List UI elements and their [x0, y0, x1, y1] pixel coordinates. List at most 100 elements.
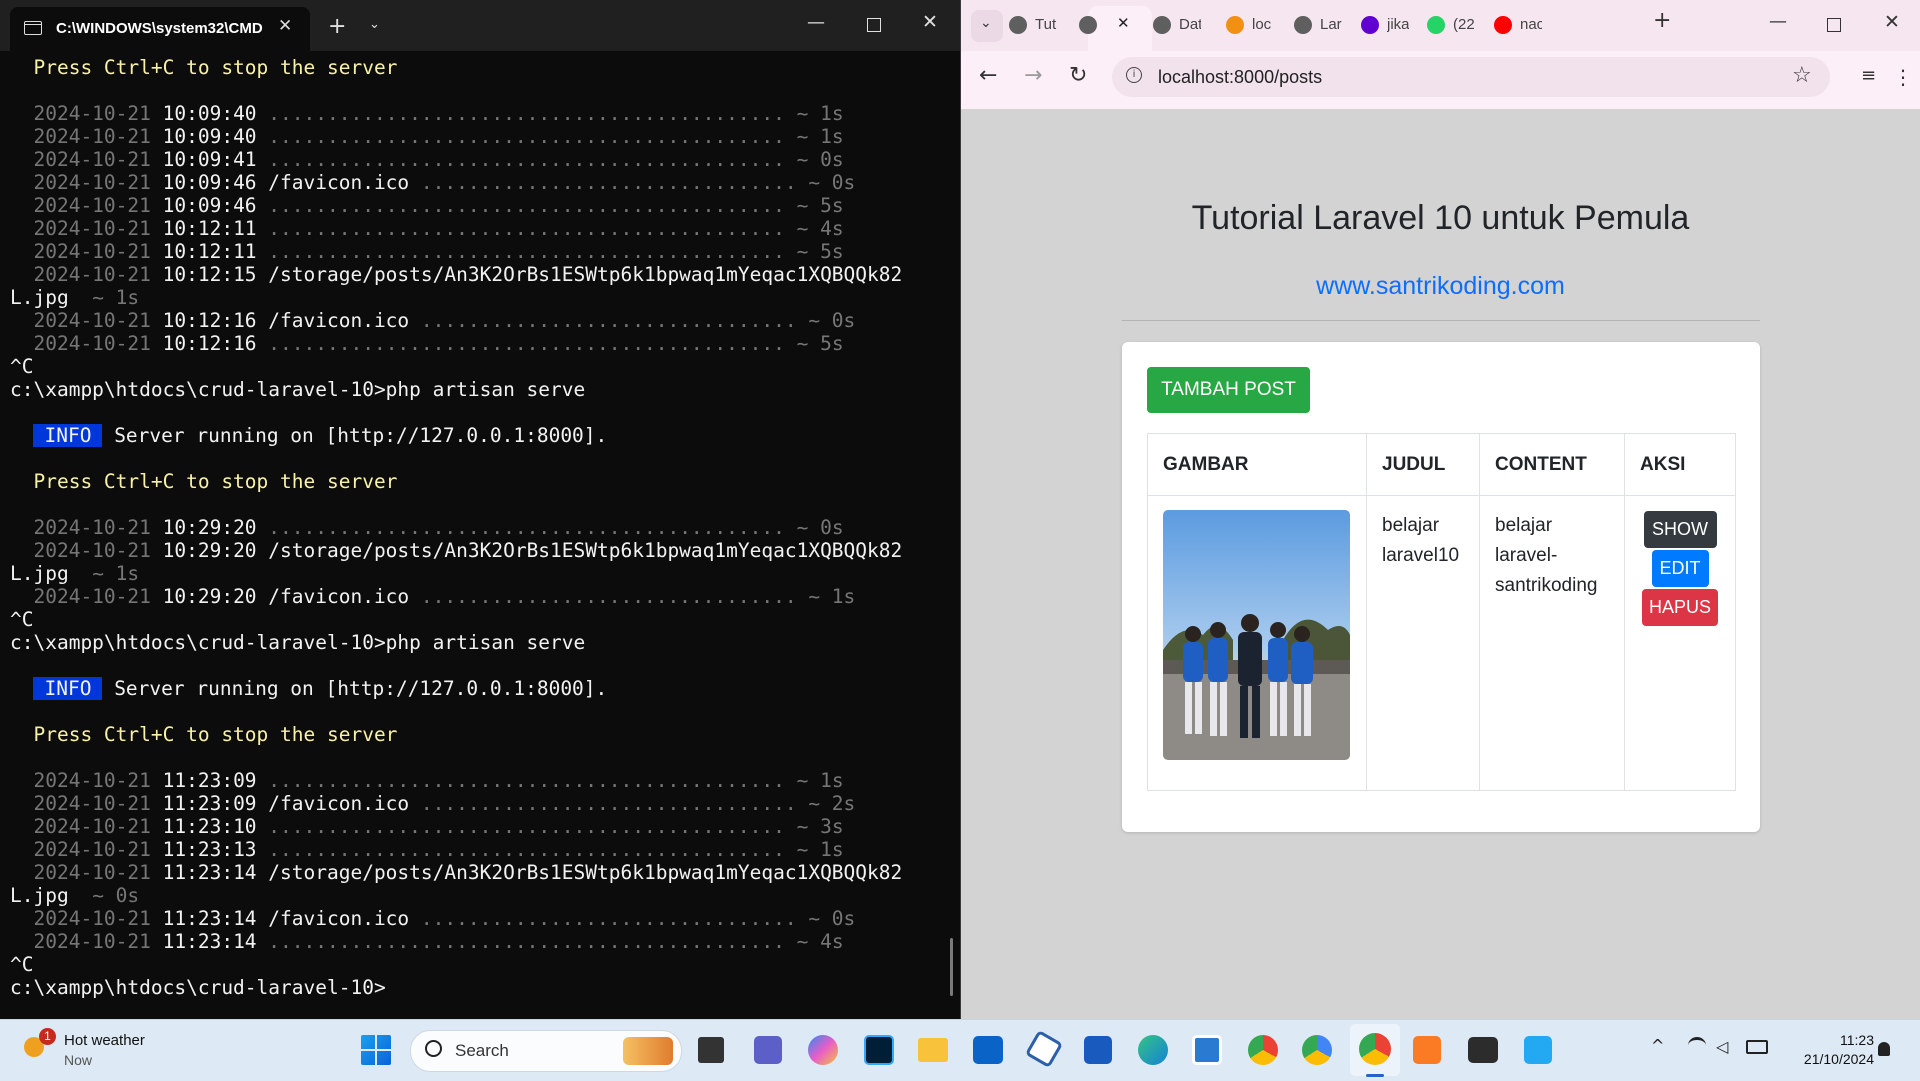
maximize-icon[interactable] — [1827, 18, 1841, 32]
chrome-icon[interactable] — [1302, 1035, 1332, 1065]
vpn-icon[interactable] — [1024, 1029, 1064, 1069]
outlook-icon[interactable] — [973, 1036, 1003, 1064]
edge-icon[interactable] — [1138, 1035, 1168, 1065]
browser-tab[interactable]: ✕ — [1079, 10, 1135, 42]
forward-icon[interactable]: → — [1024, 63, 1042, 88]
teams-icon[interactable] — [754, 1036, 782, 1064]
terminal-tab[interactable]: C:\WINDOWS\system32\CMD ✕ — [10, 7, 310, 51]
taskbar-search[interactable]: Search — [410, 1030, 682, 1072]
terminal-text: 2024-10-21 — [10, 907, 163, 930]
terminal-line: 2024-10-21 11:23:14 /favicon.ico .......… — [10, 908, 855, 930]
site-link[interactable]: www.santrikoding.com — [961, 272, 1920, 301]
terminal-text: 2024-10-21 — [10, 125, 163, 148]
reload-icon[interactable]: ↻ — [1069, 63, 1087, 88]
chrome-icon[interactable] — [1248, 1035, 1278, 1065]
terminal-text: 2024-10-21 — [10, 516, 163, 539]
weather-widget[interactable]: 1 Hot weather Now — [24, 1028, 174, 1072]
wifi-icon[interactable] — [1688, 1037, 1706, 1054]
chrome-active-icon[interactable] — [1359, 1033, 1391, 1065]
browser-tab[interactable]: nac — [1494, 10, 1554, 42]
post-image — [1163, 510, 1350, 760]
show-button[interactable]: SHOW — [1643, 511, 1717, 548]
volume-icon[interactable]: ◁ — [1716, 1037, 1728, 1056]
terminal-text: 2024-10-21 — [10, 240, 163, 263]
terminal-text: ~ 0s — [80, 884, 140, 907]
maximize-icon[interactable] — [867, 18, 881, 32]
terminal-line: 2024-10-21 10:09:41 ....................… — [10, 149, 843, 171]
close-window-icon[interactable]: ✕ — [922, 11, 938, 33]
clock[interactable]: 11:23 21/10/2024 — [1780, 1031, 1874, 1069]
terminal-line: Press Ctrl+C to stop the server — [10, 471, 397, 493]
media-control-icon[interactable]: ≡ — [1861, 65, 1876, 86]
weather-badge: 1 — [39, 1028, 56, 1045]
page-title: Tutorial Laravel 10 untuk Pemula — [1191, 199, 1690, 237]
minimize-icon[interactable]: — — [807, 12, 825, 33]
battery-icon[interactable] — [1746, 1040, 1768, 1054]
vscode-icon[interactable] — [1524, 1036, 1552, 1064]
file-explorer-icon[interactable] — [918, 1038, 948, 1062]
app-icon[interactable] — [1192, 1035, 1222, 1065]
terminal-line: 2024-10-21 10:09:46 /favicon.ico .......… — [10, 172, 855, 194]
terminal-text: 10:29:20 — [162, 516, 269, 539]
terminal-tab-title: C:\WINDOWS\system32\CMD — [56, 20, 263, 37]
terminal-line: ^C — [10, 954, 33, 976]
browser-tab[interactable]: Dat — [1153, 10, 1213, 42]
browser-tab-strip: ⌄ Tut ✕ Dat loc Lar jika (22 nac + — ✕ — [961, 0, 1920, 51]
terminal-text: 10:09:46 — [162, 194, 269, 217]
new-tab-icon[interactable]: + — [1653, 8, 1671, 33]
menu-icon[interactable]: ⋮ — [1893, 65, 1913, 89]
terminal-text: 2024-10-21 — [10, 171, 163, 194]
terminal-text: 2024-10-21 — [10, 217, 163, 240]
close-tab-icon[interactable]: ✕ — [1117, 14, 1130, 32]
bookmark-star-icon[interactable]: ☆ — [1792, 63, 1812, 88]
close-window-icon[interactable]: ✕ — [1884, 11, 1900, 33]
terminal-text: 10:09:40 — [162, 102, 269, 125]
terminal-line: 2024-10-21 10:09:40 ....................… — [10, 102, 844, 125]
xampp-icon[interactable] — [1413, 1036, 1441, 1064]
add-post-button[interactable]: TAMBAH POST — [1147, 367, 1310, 413]
terminal-line: 2024-10-21 10:12:11 ....................… — [10, 240, 843, 263]
browser-tab[interactable]: jika — [1361, 10, 1421, 42]
terminal-text: 11:23:09 /favicon.ico — [162, 792, 421, 815]
site-info-icon[interactable]: i — [1126, 67, 1142, 83]
terminal-text: 2024-10-21 — [10, 792, 163, 815]
tab-search-button[interactable]: ⌄ — [971, 10, 1003, 42]
start-icon[interactable] — [361, 1035, 391, 1065]
close-tab-icon[interactable]: ✕ — [278, 16, 292, 36]
browser-tab[interactable]: loc — [1226, 10, 1286, 42]
terminal-icon[interactable] — [1468, 1037, 1498, 1063]
new-tab-icon[interactable]: + — [328, 14, 346, 39]
terminal-text: L.jpg — [10, 884, 81, 907]
edit-button[interactable]: EDIT — [1651, 550, 1709, 587]
browser-tab-label: jika — [1387, 16, 1409, 33]
word-icon[interactable] — [1084, 1036, 1112, 1064]
copilot-icon[interactable] — [808, 1035, 838, 1065]
back-icon[interactable]: ← — [979, 63, 997, 88]
terminal-line: 2024-10-21 10:09:40 ....................… — [10, 125, 843, 148]
terminal-scrollbar[interactable] — [950, 938, 953, 996]
phpmyadmin-icon — [1226, 16, 1244, 34]
delete-button[interactable]: HAPUS — [1642, 589, 1718, 626]
minimize-icon[interactable]: — — [1769, 11, 1787, 32]
column-header-aksi: AKSI — [1624, 433, 1736, 496]
task-view-icon[interactable] — [698, 1037, 724, 1063]
notification-bell-icon[interactable] — [1878, 1042, 1890, 1056]
terminal-text: 11:23:09 — [162, 769, 269, 792]
column-header-judul: JUDUL — [1366, 433, 1480, 496]
browser-tab[interactable]: Tut — [1009, 10, 1069, 42]
browser-tab[interactable]: Lar — [1294, 10, 1354, 42]
globe-icon — [1294, 16, 1312, 34]
terminal-text: ........................................… — [268, 838, 844, 861]
browser-tab[interactable]: (22 — [1427, 10, 1487, 42]
info-badge: INFO — [33, 424, 103, 447]
terminal-text: 10:12:11 — [162, 217, 269, 240]
terminal-text: 10:29:20 /favicon.ico — [162, 585, 421, 608]
terminal-output[interactable]: Press Ctrl+C to stop the server 2024-10-… — [10, 57, 940, 1007]
terminal-text: ........................................… — [268, 102, 844, 125]
chevron-up-icon[interactable]: ^ — [1651, 1036, 1664, 1055]
address-bar[interactable]: i localhost:8000/posts ☆ — [1112, 57, 1830, 97]
chevron-down-icon[interactable]: ⌄ — [369, 17, 380, 32]
browser-tab-label: Lar — [1320, 16, 1342, 33]
photoshop-icon[interactable] — [864, 1035, 894, 1065]
terminal-text: ........................................… — [268, 217, 844, 240]
